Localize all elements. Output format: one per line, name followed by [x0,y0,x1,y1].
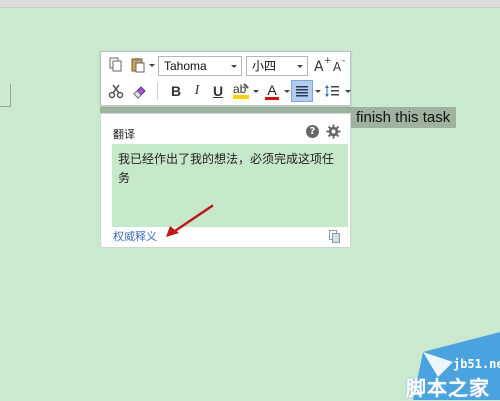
page-margin-marker [0,84,11,107]
copy-icon[interactable] [329,230,341,243]
font-color-button[interactable]: A [261,80,283,102]
cut-button[interactable] [105,80,127,102]
format-painter-button[interactable] [129,80,151,102]
chevron-down-icon [297,65,303,68]
highlight-button[interactable]: ab [230,80,252,102]
gear-icon[interactable] [326,124,341,139]
selected-text[interactable]: finish this task [356,107,450,128]
font-color-icon: A [265,81,279,100]
font-size-value: 小四 [252,59,277,73]
authoritative-definition-link[interactable]: 权威释义 [113,228,157,244]
line-spacing-button[interactable] [321,80,343,102]
svg-text:A: A [314,59,324,74]
eraser-icon [133,86,146,99]
mini-format-toolbar: Tahoma 小四 A + A - B I U ab A [100,51,351,106]
popup-title: 翻译 [113,128,135,141]
watermark-site: jb51.net [453,357,500,371]
chevron-down-icon [231,65,237,68]
translation-popup: 翻译 ? 我已经作出了我的想法，必须完成这项任务 权威释义 [100,113,351,248]
svg-text:A: A [333,60,342,74]
window-top-band [0,0,500,8]
copy-icon [109,57,122,72]
align-center-icon [296,86,308,97]
paste-dropdown-caret[interactable] [149,64,155,67]
highlighter-icon: ab [233,82,249,99]
grow-font-icon: A + [314,56,331,74]
align-button[interactable] [291,80,313,102]
watermark-name: 脚本之家 [406,376,490,400]
help-icon[interactable]: ? [306,125,319,138]
italic-button[interactable]: I [186,80,208,102]
copy-button[interactable] [105,54,127,76]
scissors-icon [108,84,124,99]
line-spacing-icon [325,85,339,97]
line-spacing-dropdown-caret[interactable] [345,90,351,93]
translation-result: 我已经作出了我的想法，必须完成这项任务 [112,144,348,227]
font-color-dropdown-caret[interactable] [284,90,290,93]
font-family-value: Tahoma [164,59,207,73]
paste-icon [131,58,145,73]
shrink-font-button[interactable]: A - [330,54,352,76]
underline-button[interactable]: U [207,80,229,102]
shrink-font-icon: A - [333,56,345,74]
font-family-select[interactable]: Tahoma [158,56,242,76]
paste-button[interactable] [127,54,149,76]
highlight-dropdown-caret[interactable] [253,90,259,93]
font-size-select[interactable]: 小四 [246,56,308,76]
bold-button[interactable]: B [165,80,187,102]
svg-text:-: - [342,56,345,66]
toolbar-divider [157,82,158,100]
